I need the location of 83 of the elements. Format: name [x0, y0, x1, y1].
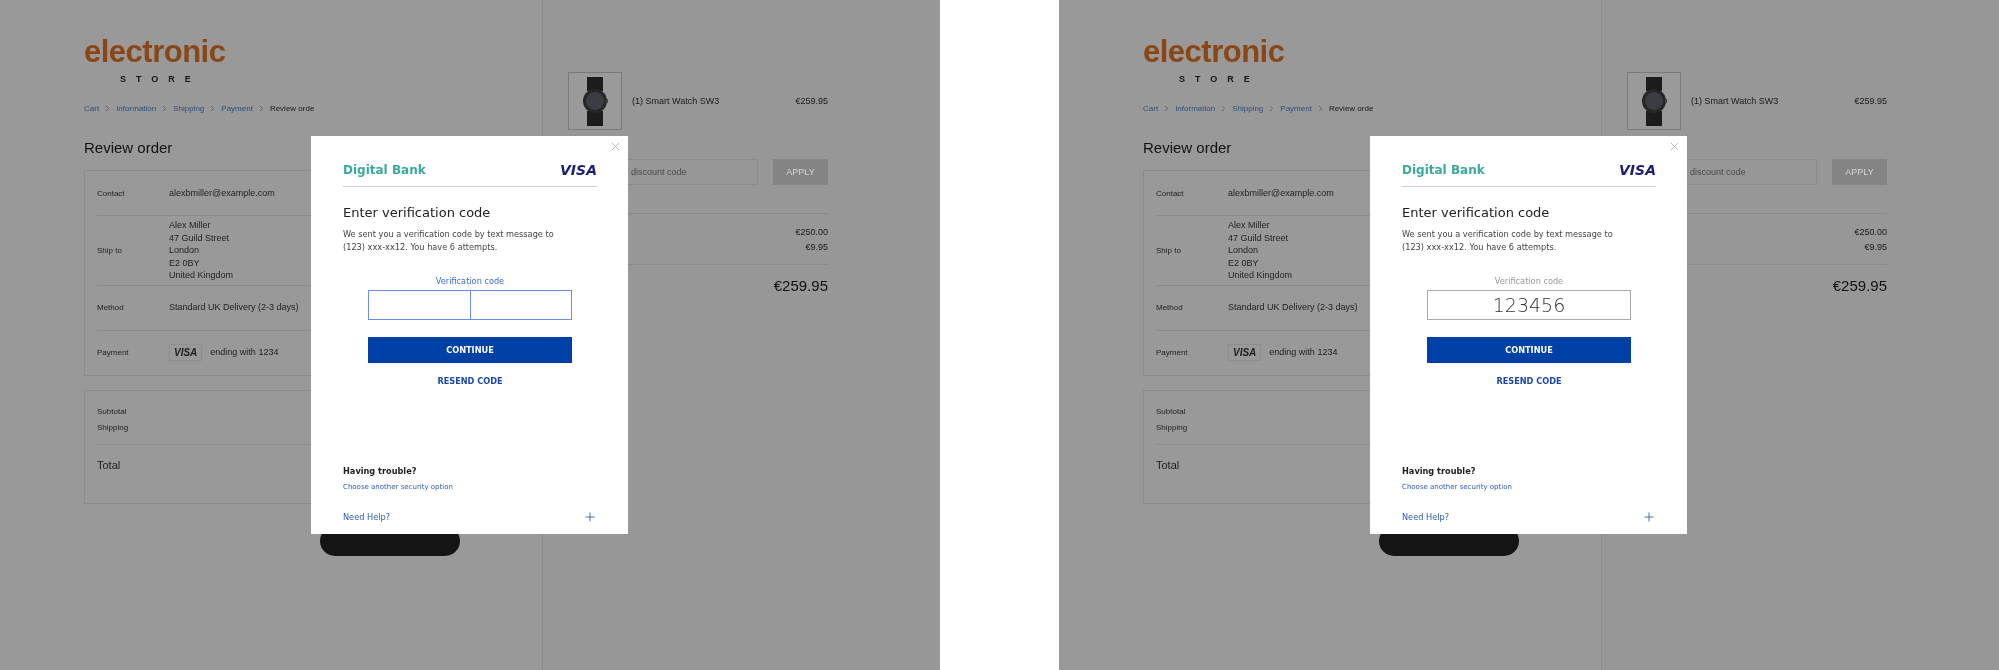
detail-value: Standard UK Delivery (2-3 days) [1228, 301, 1358, 314]
store-logo: electronic [84, 36, 227, 68]
total-amount: €259.95 [1832, 277, 1887, 294]
detail-label: Contact [97, 188, 126, 198]
breadcrumb-link[interactable]: Cart [84, 104, 100, 113]
total-amount: €259.95 [773, 277, 828, 294]
field-label: Verification code [1493, 276, 1565, 286]
detail-value: United Kingdom [169, 269, 234, 282]
total-label: Total [97, 458, 121, 471]
summary-label: Shipping [1156, 422, 1189, 432]
detail-value: London [169, 244, 200, 257]
detail-value: ending with 1234 [210, 346, 279, 359]
close-icon[interactable] [1668, 140, 1681, 153]
close-icon[interactable] [609, 140, 622, 153]
detail-value: alexbmiller@example.com [1228, 186, 1334, 200]
detail-label: Ship to [1156, 245, 1182, 255]
summary-amount: €250.00 [795, 227, 828, 237]
breadcrumb-link[interactable]: Shipping [173, 104, 205, 113]
page-heading: Review order [84, 139, 174, 156]
summary-label: Subtotal [97, 406, 128, 416]
summary-amount: €9.95 [1864, 242, 1887, 252]
apply-button[interactable]: APPLY [1832, 159, 1887, 185]
product-price: €259.95 [1854, 96, 1887, 106]
summary-label: Shipping [97, 422, 130, 432]
store-tagline: STORE [1179, 74, 1261, 84]
detail-label: Method [97, 303, 125, 312]
breadcrumb-link[interactable]: Shipping [1232, 104, 1264, 113]
dialog-message: We sent you a verification code by text message to (123) xxx-xx12. You have 6 attempts. [1402, 228, 1614, 254]
breadcrumb-link[interactable]: Review orde [269, 104, 315, 113]
detail-value: ending with 1234 [1269, 346, 1338, 359]
continue-button[interactable]: CONTINUE [1427, 337, 1631, 363]
resend-link[interactable]: RESEND CODE [1402, 376, 1656, 386]
detail-value: 47 Guild Street [169, 231, 230, 244]
card-brand: VISA [169, 344, 203, 361]
breadcrumb-link[interactable]: Information [116, 104, 157, 113]
text-cursor [469, 291, 471, 319]
detail-label: Payment [97, 348, 130, 357]
card-brand: VISA [1228, 344, 1262, 361]
detail-value: Standard UK Delivery (2-3 days) [169, 301, 299, 314]
field-label: Verification code [434, 276, 506, 286]
store-logo: electronic [1143, 36, 1286, 68]
apply-button[interactable]: APPLY [773, 159, 828, 185]
code-field[interactable]: 123456 [1427, 290, 1631, 320]
summary-label: Subtotal [1156, 406, 1187, 416]
detail-label: Payment [1156, 348, 1189, 357]
bank-logo: Digital Bank [343, 163, 426, 177]
summary-amount: €9.95 [805, 242, 828, 252]
product-name: (1) Smart Watch SW3 [1691, 96, 1779, 106]
bank-logo: Digital Bank [1402, 163, 1485, 177]
detail-value: Alex Miller [1228, 219, 1270, 232]
code-field[interactable] [368, 290, 572, 320]
detail-value: E2 0BY [1228, 256, 1259, 269]
continue-button[interactable]: CONTINUE [368, 337, 572, 363]
plus-icon[interactable] [1642, 510, 1656, 524]
detail-label: Method [1156, 303, 1184, 312]
summary-amount: €250.00 [1854, 227, 1887, 237]
trouble-heading: Having trouble? [1402, 466, 1477, 476]
help-link[interactable]: Need Help? [1402, 512, 1449, 522]
plus-icon[interactable] [583, 510, 597, 524]
breadcrumb-link[interactable]: Review orde [1328, 104, 1374, 113]
help-link[interactable]: Need Help? [343, 512, 390, 522]
breadcrumb-link[interactable]: Payment [221, 104, 253, 113]
dialog-message: We sent you a verification code by text message to (123) xxx-xx12. You have 6 attempts. [343, 228, 555, 254]
detail-label: Ship to [97, 245, 123, 255]
dialog-title: Enter verification code [343, 205, 492, 220]
detail-value: E2 0BY [169, 256, 200, 269]
detail-value: alexbmiller@example.com [169, 186, 275, 200]
breadcrumb-link[interactable]: Payment [1280, 104, 1312, 113]
dialog-title: Enter verification code [1402, 205, 1551, 220]
detail-value: United Kingdom [1228, 269, 1293, 282]
resend-link[interactable]: RESEND CODE [343, 376, 597, 386]
detail-label: Contact [1156, 188, 1185, 198]
detail-value: 47 Guild Street [1228, 231, 1289, 244]
breadcrumb-link[interactable]: Information [1175, 104, 1216, 113]
trouble-heading: Having trouble? [343, 466, 418, 476]
store-tagline: STORE [120, 74, 202, 84]
page-heading: Review order [1143, 139, 1233, 156]
detail-value: London [1228, 244, 1259, 257]
product-price: €259.95 [795, 96, 828, 106]
detail-value: Alex Miller [169, 219, 211, 232]
product-name: (1) Smart Watch SW3 [632, 96, 720, 106]
breadcrumb-link[interactable]: Cart [1143, 104, 1159, 113]
total-label: Total [1156, 458, 1180, 471]
